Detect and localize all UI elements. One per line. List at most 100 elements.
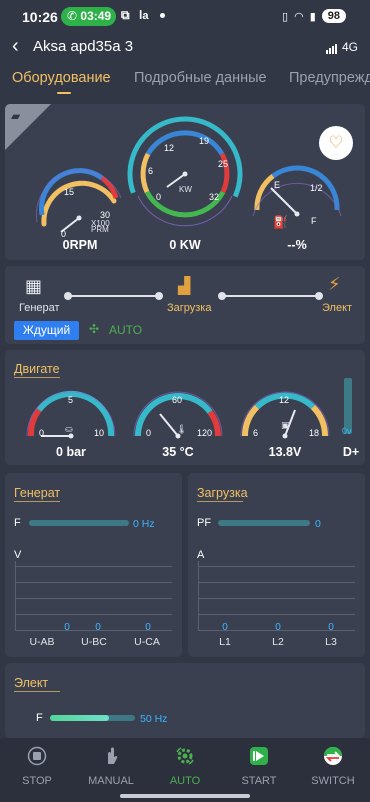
engine-card: Двигате 0 5 10 ⛀ 0 bar 0 60 120 🌡 35 °C …	[5, 350, 365, 465]
kw-tick-12: 12	[164, 143, 174, 153]
rpm-gauge: 0 15 30 PRM	[35, 168, 122, 238]
overview-card: ▰ 0 15 30 PRM X100 0RPM 0 6 12 19 25 32 …	[5, 104, 365, 260]
generator-label: Генерат	[19, 302, 60, 314]
volt-tick-12: 12	[279, 395, 289, 405]
load-title-underline	[197, 501, 243, 502]
kw-tick-19: 19	[199, 136, 209, 146]
grid-freq-label: F	[36, 712, 43, 724]
oil-can-icon: ⛀	[65, 424, 73, 434]
engine-title-underline	[14, 377, 60, 378]
battery-indicator: 98	[321, 9, 346, 23]
temp-tick-120: 120	[197, 428, 212, 438]
kw-tick-0: 0	[156, 192, 161, 202]
mode-label: AUTO	[109, 323, 143, 337]
nav-start-button[interactable]: START	[222, 746, 296, 787]
power-gauge: 0 6 12 19 25 32 KW	[127, 116, 243, 232]
nav-start-label: START	[241, 775, 277, 787]
home-indicator[interactable]	[120, 794, 250, 798]
load-label: Загрузка	[167, 302, 212, 314]
call-indicator[interactable]: ✆ 03:49	[61, 7, 116, 26]
nav-auto-label: AUTO	[169, 775, 201, 787]
engine-title: Двигате	[14, 362, 60, 376]
load-to-grid-line	[223, 295, 319, 297]
phone-icon: ✆	[67, 9, 81, 23]
nav-auto-button[interactable]: AUTO	[148, 746, 222, 787]
generator-axis-label: V	[14, 549, 22, 561]
oil-pressure-value: 0 bar	[56, 445, 86, 459]
power-value: 0 KW	[169, 238, 201, 252]
rpm-tick-0: 0	[61, 229, 66, 238]
nav-stop-button[interactable]: STOP	[0, 746, 74, 787]
back-arrow-icon[interactable]: ‹	[12, 35, 19, 58]
power-flow-card: ▦ ▟ ⚡ Генерат Загрузка Элект Ждущий ✣ AU…	[5, 266, 365, 344]
grid-panel: Элект F 50 Hz	[5, 663, 365, 738]
l3-label: L3	[325, 636, 337, 648]
signal-bars-icon	[325, 40, 338, 54]
factory-icon: ▟	[178, 278, 191, 295]
coolant-temp-value: 35 °C	[162, 445, 194, 459]
fuel-gauge: E 1/2 F ⛽	[252, 165, 342, 229]
battery-icon: ▣	[281, 420, 290, 430]
generator-panel: Генерат F 0 Hz V 0 0 0 U-AB U-BC U-CA	[5, 473, 182, 657]
nav-manual-button[interactable]: MANUAL	[74, 746, 148, 787]
u-ca-label: U-CA	[134, 636, 160, 648]
u-ab-label: U-AB	[29, 636, 55, 648]
gen-to-load-line	[67, 295, 159, 297]
power-tower-icon: ⚡	[328, 274, 341, 294]
nav-switch-button[interactable]: SWITCH	[296, 746, 370, 787]
notification-dot-icon	[160, 13, 165, 18]
oil-tick-5: 5	[68, 395, 73, 405]
clock: 10:26	[22, 9, 58, 25]
nav-stop-label: STOP	[22, 775, 52, 787]
stop-icon	[27, 746, 47, 766]
load-panel-title: Загрузка	[197, 486, 248, 500]
thermometer-icon: 🌡	[176, 424, 187, 434]
kw-unit: KW	[179, 185, 192, 194]
load-pf-label: PF	[197, 517, 212, 529]
device-title: Aksa apd35a 3	[33, 38, 134, 55]
camera-icon: ▰	[11, 109, 21, 123]
u-ab-value: 0	[64, 622, 70, 633]
grid-title-underline	[14, 691, 60, 692]
l2-label: L2	[272, 636, 284, 648]
screen-record-icon: ⧉	[121, 8, 130, 22]
load-pf-value: 0	[315, 518, 321, 530]
fuel-tick-half: 1/2	[310, 183, 323, 193]
kw-tick-6: 6	[148, 166, 153, 176]
generator-title-underline	[14, 501, 60, 502]
auto-mode-icon: ✣	[89, 322, 100, 336]
grid-panel-title: Элект	[14, 676, 49, 690]
u-bc-label: U-BC	[81, 636, 107, 648]
standby-status-button[interactable]: Ждущий	[14, 321, 79, 340]
app-la-icon: la	[139, 8, 149, 22]
auto-icon	[176, 747, 194, 765]
favorite-button[interactable]: ♡	[319, 126, 353, 160]
rpm-unit-multiplier: X100	[91, 219, 110, 228]
temp-tick-0: 0	[146, 428, 151, 438]
generator-freq-bar	[29, 520, 129, 526]
battery-voltage-gauge: 6 12 18 ▣	[240, 391, 330, 439]
flow-dot	[64, 292, 72, 300]
volt-tick-18: 18	[309, 428, 319, 438]
bottom-nav: STOP MANUAL AUTO START SWITCH	[0, 738, 370, 802]
fuel-needle	[270, 187, 298, 215]
kw-tick-32: 32	[209, 192, 219, 202]
fuel-value: --%	[287, 238, 307, 252]
title-bar: ‹ Aksa apd35a 3 4G	[0, 32, 370, 62]
fuel-tick-full: F	[311, 216, 317, 226]
u-ca-value: 0	[145, 622, 151, 633]
l1-value: 0	[222, 622, 228, 633]
tab-equipment[interactable]: Оборудование	[12, 70, 111, 86]
generator-panel-title: Генерат	[14, 486, 61, 500]
tab-active-indicator	[57, 92, 71, 94]
l3-value: 0	[328, 622, 334, 633]
generator-axis	[15, 561, 16, 631]
dplus-volt: 0v	[342, 426, 352, 436]
battery-voltage-value: 13.8V	[268, 445, 302, 459]
call-timer: 03:49	[80, 9, 112, 23]
l2-value: 0	[275, 622, 281, 633]
grid-label: Элект	[322, 302, 353, 314]
tab-details[interactable]: Подробные данные	[134, 70, 267, 86]
tab-warnings[interactable]: Предупреждения	[289, 70, 370, 86]
kw-tick-25: 25	[218, 159, 228, 169]
